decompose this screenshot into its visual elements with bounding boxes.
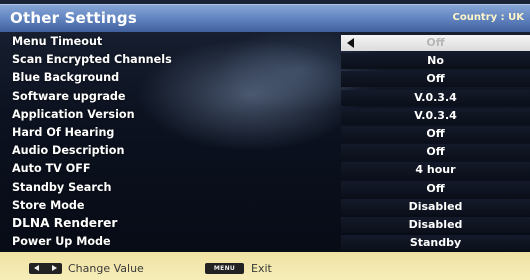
setting-row-audio-description[interactable]: Audio Description Off (0, 143, 530, 161)
setting-row-application-version[interactable]: Application Version V.0.3.4 (0, 107, 530, 125)
setting-row-dlna-renderer[interactable]: DLNA Renderer Disabled (0, 216, 530, 234)
setting-value[interactable]: No (341, 53, 530, 70)
setting-value[interactable]: Off (341, 125, 530, 142)
setting-row-software-upgrade[interactable]: Software upgrade V.0.3.4 (0, 89, 530, 107)
page-title: Other Settings (10, 9, 137, 27)
setting-value[interactable]: Off (341, 180, 530, 197)
left-triangle-icon (34, 265, 39, 271)
left-right-key-icon (29, 263, 62, 274)
setting-value[interactable]: V.0.3.4 (341, 89, 530, 106)
right-triangle-icon (52, 265, 57, 271)
setting-label: DLNA Renderer (12, 215, 118, 230)
country-label: Country : UK (452, 12, 524, 23)
setting-row-hard-of-hearing[interactable]: Hard Of Hearing Off (0, 125, 530, 143)
setting-label: Scan Encrypted Channels (12, 53, 172, 67)
left-arrow-icon[interactable] (347, 38, 354, 48)
setting-label: Audio Description (12, 144, 125, 158)
setting-row-menu-timeout[interactable]: Menu Timeout Off (0, 34, 530, 52)
setting-row-blue-background[interactable]: Blue Background Off (0, 70, 530, 88)
setting-row-standby-search[interactable]: Standby Search Off (0, 180, 530, 198)
setting-label: Menu Timeout (12, 35, 103, 48)
setting-label: Application Version (12, 107, 135, 121)
setting-value[interactable]: Off (341, 144, 530, 161)
settings-list: Menu Timeout Off Scan Encrypted Channels… (0, 34, 530, 252)
menu-header: Other Settings Country : UK (0, 4, 530, 32)
setting-value[interactable]: Standby (341, 235, 530, 252)
setting-value[interactable]: Disabled (341, 216, 530, 233)
setting-row-auto-tv-off[interactable]: Auto TV OFF 4 hour (0, 161, 530, 179)
setting-value[interactable]: V.0.3.4 (341, 107, 530, 124)
setting-value[interactable]: 4 hour (341, 162, 530, 179)
setting-label: Hard Of Hearing (12, 125, 115, 139)
setting-label: Store Mode (12, 198, 85, 212)
setting-value-text: Off (426, 36, 445, 49)
setting-label: Auto TV OFF (12, 162, 91, 176)
setting-row-scan-encrypted-channels[interactable]: Scan Encrypted Channels No (0, 52, 530, 70)
setting-row-power-up-mode[interactable]: Power Up Mode Standby (0, 234, 530, 252)
menu-key-icon: MENU (205, 263, 244, 274)
setting-value[interactable]: Off (341, 35, 530, 51)
setting-row-store-mode[interactable]: Store Mode Disabled (0, 198, 530, 216)
change-value-hint: Change Value (68, 262, 144, 275)
exit-hint: Exit (251, 262, 272, 275)
setting-value[interactable]: Off (341, 71, 530, 88)
setting-label: Blue Background (12, 71, 120, 85)
setting-value[interactable]: Disabled (341, 198, 530, 215)
setting-label: Software upgrade (12, 89, 126, 103)
setting-label: Power Up Mode (12, 235, 111, 249)
setting-label: Standby Search (12, 180, 112, 194)
